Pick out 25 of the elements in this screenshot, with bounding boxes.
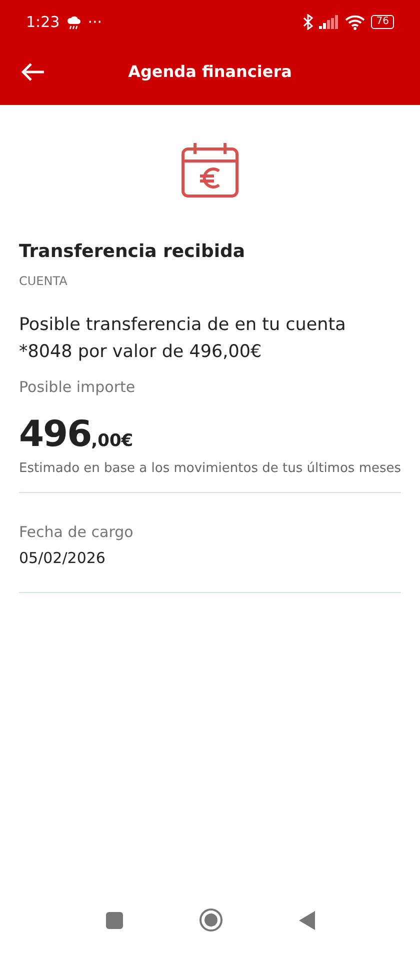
- triangle-icon: [298, 910, 314, 930]
- amount-integer: 496: [19, 414, 92, 455]
- bluetooth-icon: [303, 14, 314, 30]
- screen-title: Agenda financiera: [128, 62, 292, 81]
- wifi-icon: [345, 14, 366, 30]
- event-category: CUENTA: [19, 274, 68, 288]
- calendar-euro-icon: [181, 141, 239, 199]
- back-nav-button[interactable]: [298, 910, 314, 930]
- battery-level: 76: [371, 15, 394, 29]
- home-circle-icon: [198, 908, 222, 932]
- amount-decimals: ,00€: [91, 431, 134, 451]
- status-time: 1:23: [26, 13, 60, 31]
- square-icon: [106, 912, 122, 928]
- weather-icon: [66, 14, 82, 30]
- recents-button[interactable]: [106, 912, 122, 928]
- detail-value: 05/02/2026: [19, 549, 106, 567]
- back-arrow-icon: [20, 62, 46, 82]
- home-button[interactable]: [198, 908, 222, 932]
- signal-icon: [319, 15, 340, 29]
- detail-label: Fecha de cargo: [19, 523, 134, 541]
- amount-label: Posible importe: [19, 378, 136, 396]
- more-notifications: ···: [88, 13, 102, 31]
- event-title: Transferencia recibida: [19, 241, 246, 262]
- event-description: Posible transferencia de en tu cuenta *8048 por valor de 496,00€: [19, 314, 347, 364]
- amount-note: Estimado en base a los movimientos de tus últimos meses: [19, 461, 401, 493]
